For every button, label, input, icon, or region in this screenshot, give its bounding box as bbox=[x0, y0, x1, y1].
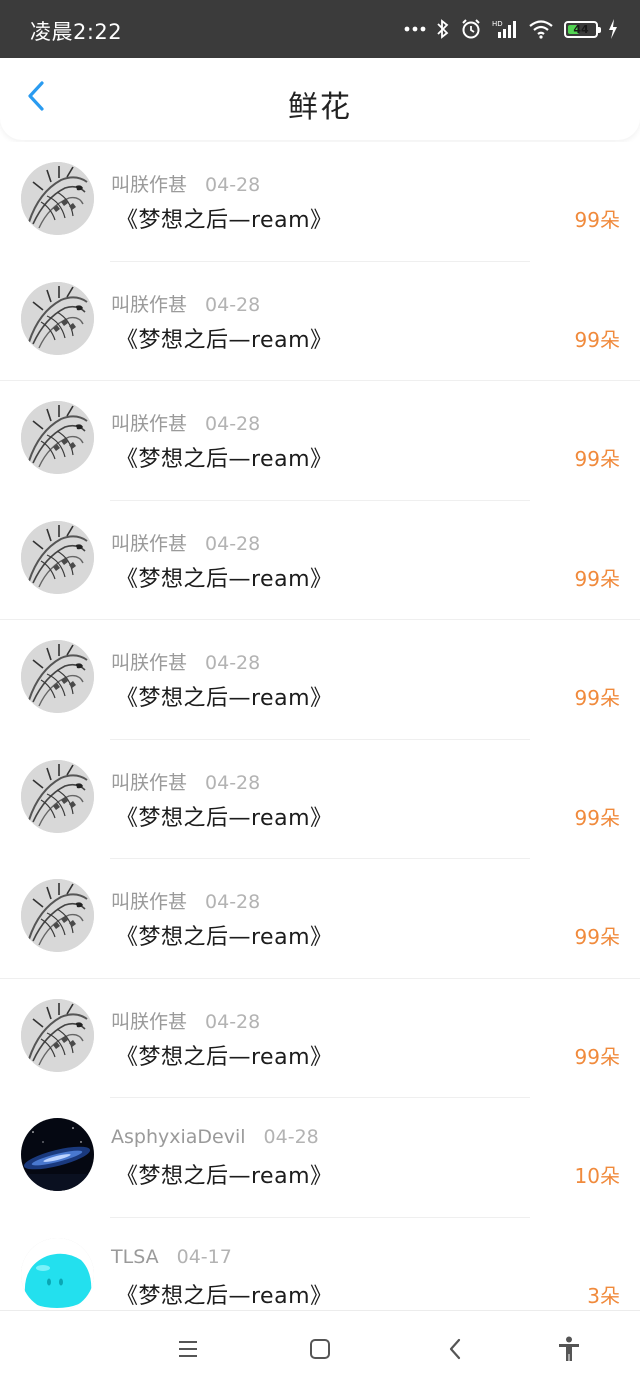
flower-count: 99朵 bbox=[574, 447, 620, 471]
home-button[interactable] bbox=[306, 1337, 334, 1365]
item-meta: 叫朕作甚 04-28 bbox=[111, 887, 260, 914]
work-title: 《梦想之后—ream》 bbox=[116, 805, 333, 831]
sender-name: TLSA bbox=[111, 1245, 159, 1268]
work-title: 《梦想之后—ream》 bbox=[116, 327, 333, 353]
send-date: 04-28 bbox=[205, 532, 261, 555]
flower-count: 99朵 bbox=[574, 566, 620, 591]
charging-icon bbox=[608, 19, 618, 39]
flower-count: 99朵 bbox=[574, 1044, 620, 1069]
list-item[interactable]: 叫朕作甚 04-28 《梦想之后—ream》 99朵 bbox=[0, 381, 640, 501]
menu-button[interactable] bbox=[174, 1337, 202, 1365]
more-dots-icon bbox=[404, 25, 426, 33]
alarm-icon bbox=[460, 18, 482, 40]
send-date: 04-28 bbox=[205, 293, 261, 316]
send-date: 04-17 bbox=[176, 1245, 232, 1268]
status-bar: 凌晨2:22 HD 44 bbox=[0, 0, 640, 58]
list-item[interactable]: AsphyxiaDevil 04-28 《梦想之后—ream》 10朵 bbox=[0, 1098, 640, 1218]
send-date: 04-28 bbox=[205, 413, 261, 435]
list-item[interactable]: 叫朕作甚 04-28 《梦想之后—ream》 99朵 bbox=[0, 620, 640, 740]
work-title: 《梦想之后—ream》 bbox=[116, 1044, 333, 1070]
hd-signal-icon: HD bbox=[492, 18, 518, 40]
flower-list[interactable]: 叫朕作甚 04-28 《梦想之后—ream》 99朵 叫朕作甚 04-28 《梦想之后—r… bbox=[0, 142, 640, 1310]
list-item[interactable]: TLSA 04-17 《梦想之后—ream》 3朵 bbox=[0, 1217, 640, 1310]
sender-name: 叫朕作甚 bbox=[111, 174, 188, 196]
bluetooth-icon bbox=[436, 18, 450, 40]
status-icons: HD 44 bbox=[404, 14, 618, 44]
list-item[interactable]: 叫朕作甚 04-28 《梦想之后—ream》 99朵 bbox=[0, 859, 640, 979]
avatar[interactable] bbox=[21, 998, 94, 1072]
list-item[interactable]: 叫朕作甚 04-28 《梦想之后—ream》 99朵 bbox=[0, 142, 640, 262]
back-nav-button[interactable] bbox=[441, 1337, 469, 1365]
item-meta: 叫朕作甚 04-28 bbox=[111, 768, 260, 795]
sender-name: AsphyxiaDevil bbox=[111, 1126, 246, 1148]
avatar[interactable] bbox=[21, 1237, 94, 1310]
send-date: 04-28 bbox=[263, 1126, 319, 1148]
flower-count: 3朵 bbox=[587, 1283, 620, 1308]
send-date: 04-28 bbox=[205, 891, 261, 913]
flower-count: 99朵 bbox=[574, 686, 620, 710]
sender-name: 叫朕作甚 bbox=[111, 532, 188, 555]
item-meta: 叫朕作甚 04-28 bbox=[111, 290, 260, 317]
sender-name: 叫朕作甚 bbox=[111, 771, 188, 794]
accessibility-icon bbox=[557, 1336, 581, 1366]
send-date: 04-28 bbox=[205, 1010, 261, 1033]
accessibility-button[interactable] bbox=[555, 1336, 583, 1366]
avatar[interactable] bbox=[21, 281, 94, 355]
send-date: 04-28 bbox=[205, 174, 261, 196]
system-nav-bar bbox=[0, 1310, 640, 1388]
avatar[interactable] bbox=[21, 401, 94, 474]
avatar[interactable] bbox=[21, 1118, 94, 1191]
sender-name: 叫朕作甚 bbox=[111, 891, 188, 913]
work-title: 《梦想之后—ream》 bbox=[116, 686, 333, 711]
item-meta: 叫朕作甚 04-28 bbox=[111, 170, 260, 197]
work-title: 《梦想之后—ream》 bbox=[116, 447, 333, 472]
work-title: 《梦想之后—ream》 bbox=[116, 1283, 333, 1309]
send-date: 04-28 bbox=[205, 652, 261, 674]
avatar[interactable] bbox=[21, 759, 94, 833]
page-title: 鲜花 bbox=[288, 90, 352, 125]
svg-text:HD: HD bbox=[492, 20, 503, 28]
sender-name: 叫朕作甚 bbox=[111, 1010, 188, 1033]
list-item[interactable]: 叫朕作甚 04-28 《梦想之后—ream》 99朵 bbox=[0, 739, 640, 859]
avatar[interactable] bbox=[21, 879, 94, 952]
avatar[interactable] bbox=[21, 640, 94, 713]
flower-count: 99朵 bbox=[574, 208, 620, 232]
header: 鲜花 bbox=[0, 58, 640, 140]
list-item[interactable]: 叫朕作甚 04-28 《梦想之后—ream》 99朵 bbox=[0, 500, 640, 620]
wifi-icon bbox=[528, 19, 554, 39]
list-item[interactable]: 叫朕作甚 04-28 《梦想之后—ream》 99朵 bbox=[0, 978, 640, 1098]
battery-icon: 44 bbox=[564, 20, 601, 38]
send-date: 04-28 bbox=[205, 771, 261, 794]
back-icon bbox=[447, 1338, 463, 1364]
work-title: 《梦想之后—ream》 bbox=[116, 208, 333, 233]
flower-count: 99朵 bbox=[574, 327, 620, 352]
item-meta: 叫朕作甚 04-28 bbox=[111, 1007, 260, 1034]
home-square-icon bbox=[309, 1338, 331, 1364]
flower-count: 99朵 bbox=[574, 925, 620, 949]
work-title: 《梦想之后—ream》 bbox=[116, 1164, 333, 1189]
sender-name: 叫朕作甚 bbox=[111, 652, 188, 674]
sender-name: 叫朕作甚 bbox=[111, 293, 188, 316]
item-meta: TLSA 04-17 bbox=[111, 1246, 232, 1268]
item-meta: 叫朕作甚 04-28 bbox=[111, 529, 260, 556]
status-time: 凌晨2:22 bbox=[30, 20, 123, 44]
item-meta: 叫朕作甚 04-28 bbox=[111, 409, 260, 436]
avatar[interactable] bbox=[21, 520, 94, 594]
battery-level: 44 bbox=[573, 22, 589, 36]
item-meta: AsphyxiaDevil 04-28 bbox=[111, 1126, 319, 1148]
flower-count: 99朵 bbox=[574, 805, 620, 830]
menu-icon bbox=[177, 1340, 199, 1362]
work-title: 《梦想之后—ream》 bbox=[116, 925, 333, 950]
work-title: 《梦想之后—ream》 bbox=[116, 566, 333, 592]
sender-name: 叫朕作甚 bbox=[111, 413, 188, 435]
flower-count: 10朵 bbox=[574, 1164, 620, 1188]
item-meta: 叫朕作甚 04-28 bbox=[111, 648, 260, 675]
avatar[interactable] bbox=[21, 162, 94, 235]
list-item[interactable]: 叫朕作甚 04-28 《梦想之后—ream》 99朵 bbox=[0, 261, 640, 381]
